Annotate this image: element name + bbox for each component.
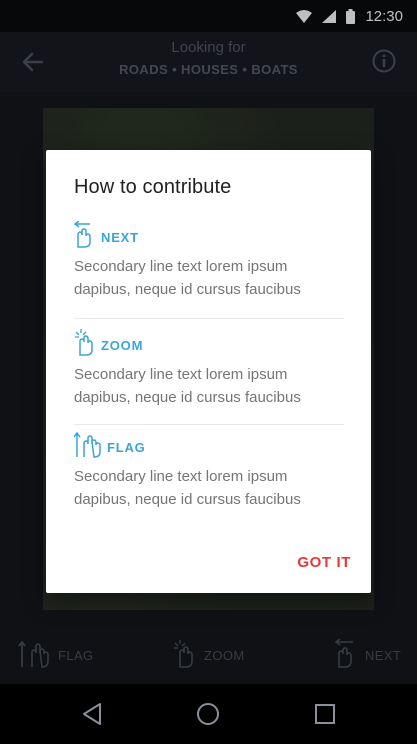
- flag-section-text: Secondary line text lorem ipsum dapibus,…: [74, 468, 301, 508]
- zoom-section-text: Secondary line text lorem ipsum dapibus,…: [74, 366, 301, 406]
- nav-home-icon[interactable]: [195, 701, 221, 727]
- zoom-section-label: ZOOM: [101, 337, 144, 353]
- flag-section-label: FLAG: [107, 439, 146, 455]
- swipe-vertical-hand-icon: [73, 431, 102, 464]
- navigation-bar: [0, 684, 417, 744]
- swipe-left-hand-icon: [73, 219, 96, 254]
- nav-back-icon[interactable]: [80, 701, 106, 727]
- zoom-section: ZOOM Secondary line text lorem ipsum dap…: [74, 328, 344, 409]
- pinch-hand-icon: [74, 328, 96, 362]
- got-it-button[interactable]: GOT IT: [297, 554, 351, 571]
- next-section-text: Secondary line text lorem ipsum dapibus,…: [74, 258, 301, 298]
- section-divider: [74, 318, 344, 319]
- how-to-contribute-dialog: How to contribute NEXT Secondary line te…: [46, 150, 371, 593]
- next-section-label: NEXT: [101, 229, 139, 245]
- flag-section: FLAG Secondary line text lorem ipsum dap…: [73, 431, 344, 511]
- nav-recents-icon[interactable]: [312, 701, 338, 727]
- section-divider: [74, 424, 344, 425]
- dialog-title: How to contribute: [74, 176, 232, 198]
- next-section: NEXT Secondary line text lorem ipsum dap…: [73, 219, 344, 301]
